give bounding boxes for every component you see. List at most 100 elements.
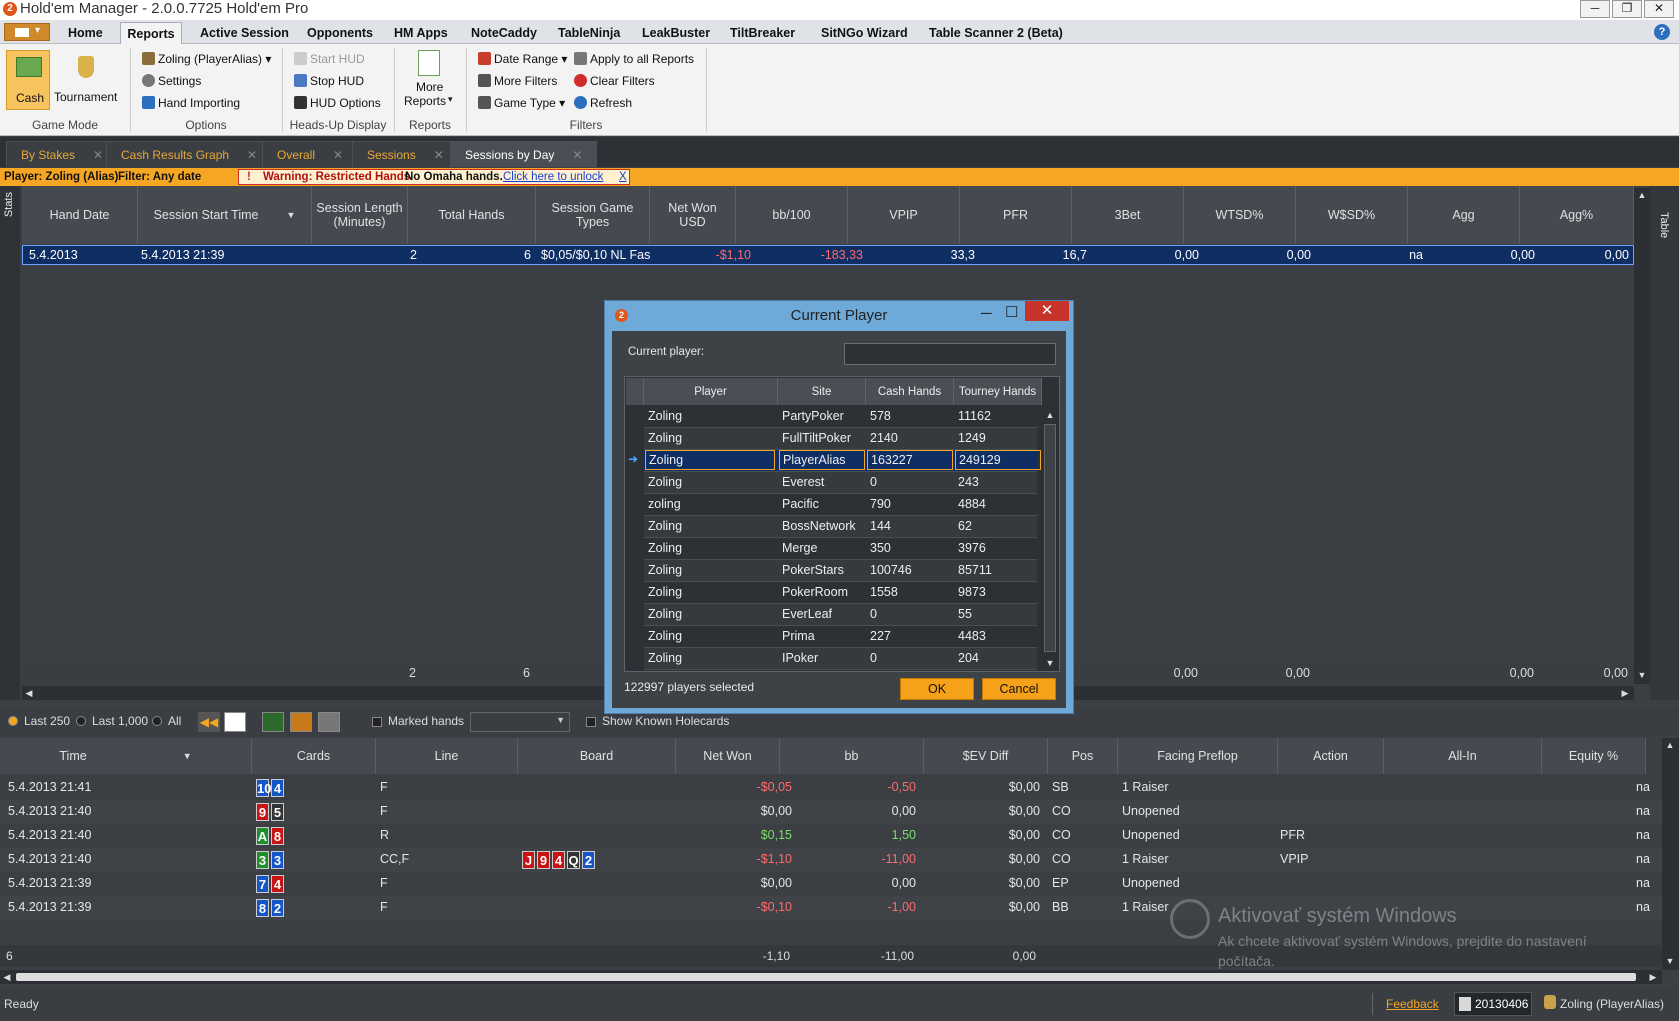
clear-filters-button[interactable]: Clear Filters	[574, 74, 655, 88]
scroll-down-icon[interactable]: ▼	[1043, 656, 1057, 670]
col-agg[interactable]: Agg	[1408, 186, 1520, 244]
last1000-radio[interactable]	[76, 716, 86, 726]
close-button[interactable]: ✕	[1644, 0, 1674, 18]
help-icon[interactable]: ?	[1654, 24, 1670, 40]
col-all-in[interactable]: All-In	[1384, 738, 1542, 774]
scroll-down-icon[interactable]: ▼	[1663, 954, 1677, 968]
player-row[interactable]: Zoling Merge 350 3976	[644, 538, 1037, 560]
hand-row[interactable]: 5.4.2013 21:39 7 4 F $0,00 0,00 $0,00 EP Unopene…	[0, 872, 1662, 896]
more-filters-button[interactable]: More Filters	[478, 74, 557, 88]
player-row[interactable]: Zoling PlayerAlias 163227 249129	[644, 450, 1041, 472]
player-row[interactable]: zoling Pacific 790 4884	[644, 494, 1037, 516]
ok-button[interactable]: OK	[900, 678, 974, 700]
player-row[interactable]: Zoling IPoker 0 204	[644, 648, 1037, 670]
col-3bet[interactable]: 3Bet	[1072, 186, 1184, 244]
player-row[interactable]: Zoling Everest 0 243	[644, 472, 1037, 494]
player-row[interactable]: Zoling PokerStars 100746 85711	[644, 560, 1037, 582]
last250-radio[interactable]	[8, 716, 18, 726]
player-list-scrollbar[interactable]: ▲ ▼	[1042, 406, 1058, 670]
dialog-maximize-button[interactable]: ☐	[1005, 303, 1018, 321]
all-radio[interactable]	[152, 716, 162, 726]
hand-importing-button[interactable]: Hand Importing	[142, 96, 240, 110]
col-action[interactable]: Action	[1278, 738, 1384, 774]
hand-row[interactable]: 5.4.2013 21:40 3 3 CC,F J 9 4 Q 2 -$1,10 -11,00 $0,…	[0, 848, 1662, 872]
close-icon[interactable]: ✕	[93, 148, 103, 162]
tab-tableninja[interactable]: TableNinja	[554, 22, 624, 44]
scroll-left-icon[interactable]: ◀	[0, 970, 14, 984]
col-ev-diff[interactable]: $EV Diff	[924, 738, 1048, 774]
trophy-icon[interactable]	[318, 712, 340, 732]
col-time[interactable]: Time ▼	[0, 738, 252, 774]
refresh-button[interactable]: Refresh	[574, 96, 632, 110]
player-row[interactable]: Zoling Prima 227 4483	[644, 626, 1037, 648]
app-menu-button[interactable]: ▾	[4, 23, 50, 41]
close-icon[interactable]: ✕	[333, 148, 343, 162]
cancel-button[interactable]: Cancel	[982, 678, 1056, 700]
hands-vertical-scrollbar[interactable]: ▲ ▼	[1662, 738, 1679, 970]
apply-all-reports-button[interactable]: Apply to all Reports	[574, 52, 694, 66]
tab-overall[interactable]: Overall ✕	[262, 141, 359, 167]
col-wtsd[interactable]: WTSD%	[1184, 186, 1296, 244]
scrollbar-thumb[interactable]	[1044, 424, 1056, 652]
col-board[interactable]: Board	[518, 738, 676, 774]
start-hud-button[interactable]: Start HUD	[294, 52, 365, 66]
tab-home[interactable]: Home	[64, 22, 107, 44]
scroll-up-icon[interactable]: ▲	[1663, 738, 1677, 752]
col-bb[interactable]: bb	[780, 738, 924, 774]
unlock-link[interactable]: Click here to unlock	[503, 170, 603, 184]
player-row[interactable]: Zoling FullTiltPoker 2140 1249	[644, 428, 1037, 450]
close-icon[interactable]: ✕	[434, 148, 444, 162]
game-type-button[interactable]: Game Type ▾	[478, 96, 565, 110]
tab-cash-results-graph[interactable]: Cash Results Graph ✕	[106, 141, 273, 167]
col-net-won-hand[interactable]: Net Won	[676, 738, 780, 774]
cash-button[interactable]: Cash	[6, 50, 50, 110]
col-session-start[interactable]: Session Start Time ▼	[138, 186, 312, 244]
tab-tiltbreaker[interactable]: TiltBreaker	[726, 22, 799, 44]
col-pfr[interactable]: PFR	[960, 186, 1072, 244]
replayer-icon[interactable]	[224, 712, 246, 732]
table-side-tab[interactable]: Table	[1650, 186, 1679, 700]
col-total-hands[interactable]: Total Hands	[408, 186, 536, 244]
tab-by-stakes[interactable]: By Stakes ✕	[6, 141, 119, 167]
database-indicator[interactable]: 20130406	[1454, 992, 1532, 1016]
col-hand-date[interactable]: Hand Date	[22, 186, 138, 244]
dialog-close-button[interactable]: ✕	[1025, 301, 1069, 321]
dialog-minimize-button[interactable]: ─	[981, 305, 992, 322]
date-range-button[interactable]: Date Range ▾	[478, 52, 567, 66]
tab-sessions-by-day[interactable]: Sessions by Day ✕	[450, 141, 598, 167]
close-icon[interactable]: ✕	[572, 148, 582, 162]
player-selector[interactable]: Zoling (PlayerAlias) ▾	[142, 52, 271, 66]
marked-hands-checkbox[interactable]	[372, 717, 382, 727]
hand-row[interactable]: 5.4.2013 21:41 10 4 F -$0,05 -0,50 $0,00 SB 1 Ra…	[0, 776, 1662, 800]
col-tourney-hands[interactable]: Tourney Hands	[954, 378, 1042, 405]
tab-sessions[interactable]: Sessions ✕	[352, 141, 459, 167]
scroll-left-icon[interactable]: ◀	[22, 686, 36, 700]
scroll-up-icon[interactable]: ▲	[1635, 188, 1649, 202]
col-player[interactable]: Player	[644, 378, 778, 405]
settings-button[interactable]: Settings	[142, 74, 201, 88]
col-line[interactable]: Line	[376, 738, 518, 774]
table-row[interactable]: 5.4.2013 5.4.2013 21:39 2 6 $0,05/$0,10 …	[22, 245, 1634, 265]
current-player-input[interactable]	[844, 343, 1056, 365]
col-vpip[interactable]: VPIP	[848, 186, 960, 244]
col-session-length[interactable]: Session Length (Minutes)	[312, 186, 408, 244]
col-cards[interactable]: Cards	[252, 738, 376, 774]
col-facing-preflop[interactable]: Facing Preflop	[1118, 738, 1278, 774]
scrollbar-thumb[interactable]	[16, 973, 1636, 981]
hand-row[interactable]: 5.4.2013 21:40 9 5 F $0,00 0,00 $0,00 CO Unopene…	[0, 800, 1662, 824]
known-holecards-checkbox[interactable]	[586, 717, 596, 727]
tab-table-scanner[interactable]: Table Scanner 2 (Beta)	[925, 22, 1067, 44]
col-wsd[interactable]: W$SD%	[1296, 186, 1408, 244]
col-net-won[interactable]: Net Won USD	[650, 186, 736, 244]
col-agg-pct[interactable]: Agg%	[1520, 186, 1634, 244]
col-site[interactable]: Site	[778, 378, 866, 405]
close-icon[interactable]: ✕	[247, 148, 257, 162]
player-row[interactable]: Zoling BossNetwork 144 62	[644, 516, 1037, 538]
hand-row[interactable]: 5.4.2013 21:40 A 8 R $0,15 1,50 $0,00 CO Unopene…	[0, 824, 1662, 848]
col-game-types[interactable]: Session Game Types	[536, 186, 650, 244]
hands-horizontal-scrollbar[interactable]: ◀ ▶	[0, 970, 1662, 984]
minimize-button[interactable]: ─	[1580, 0, 1610, 18]
tab-sitngo-wizard[interactable]: SitNGo Wizard	[817, 22, 912, 44]
col-bb100[interactable]: bb/100	[736, 186, 848, 244]
maximize-button[interactable]: ❐	[1612, 0, 1642, 18]
